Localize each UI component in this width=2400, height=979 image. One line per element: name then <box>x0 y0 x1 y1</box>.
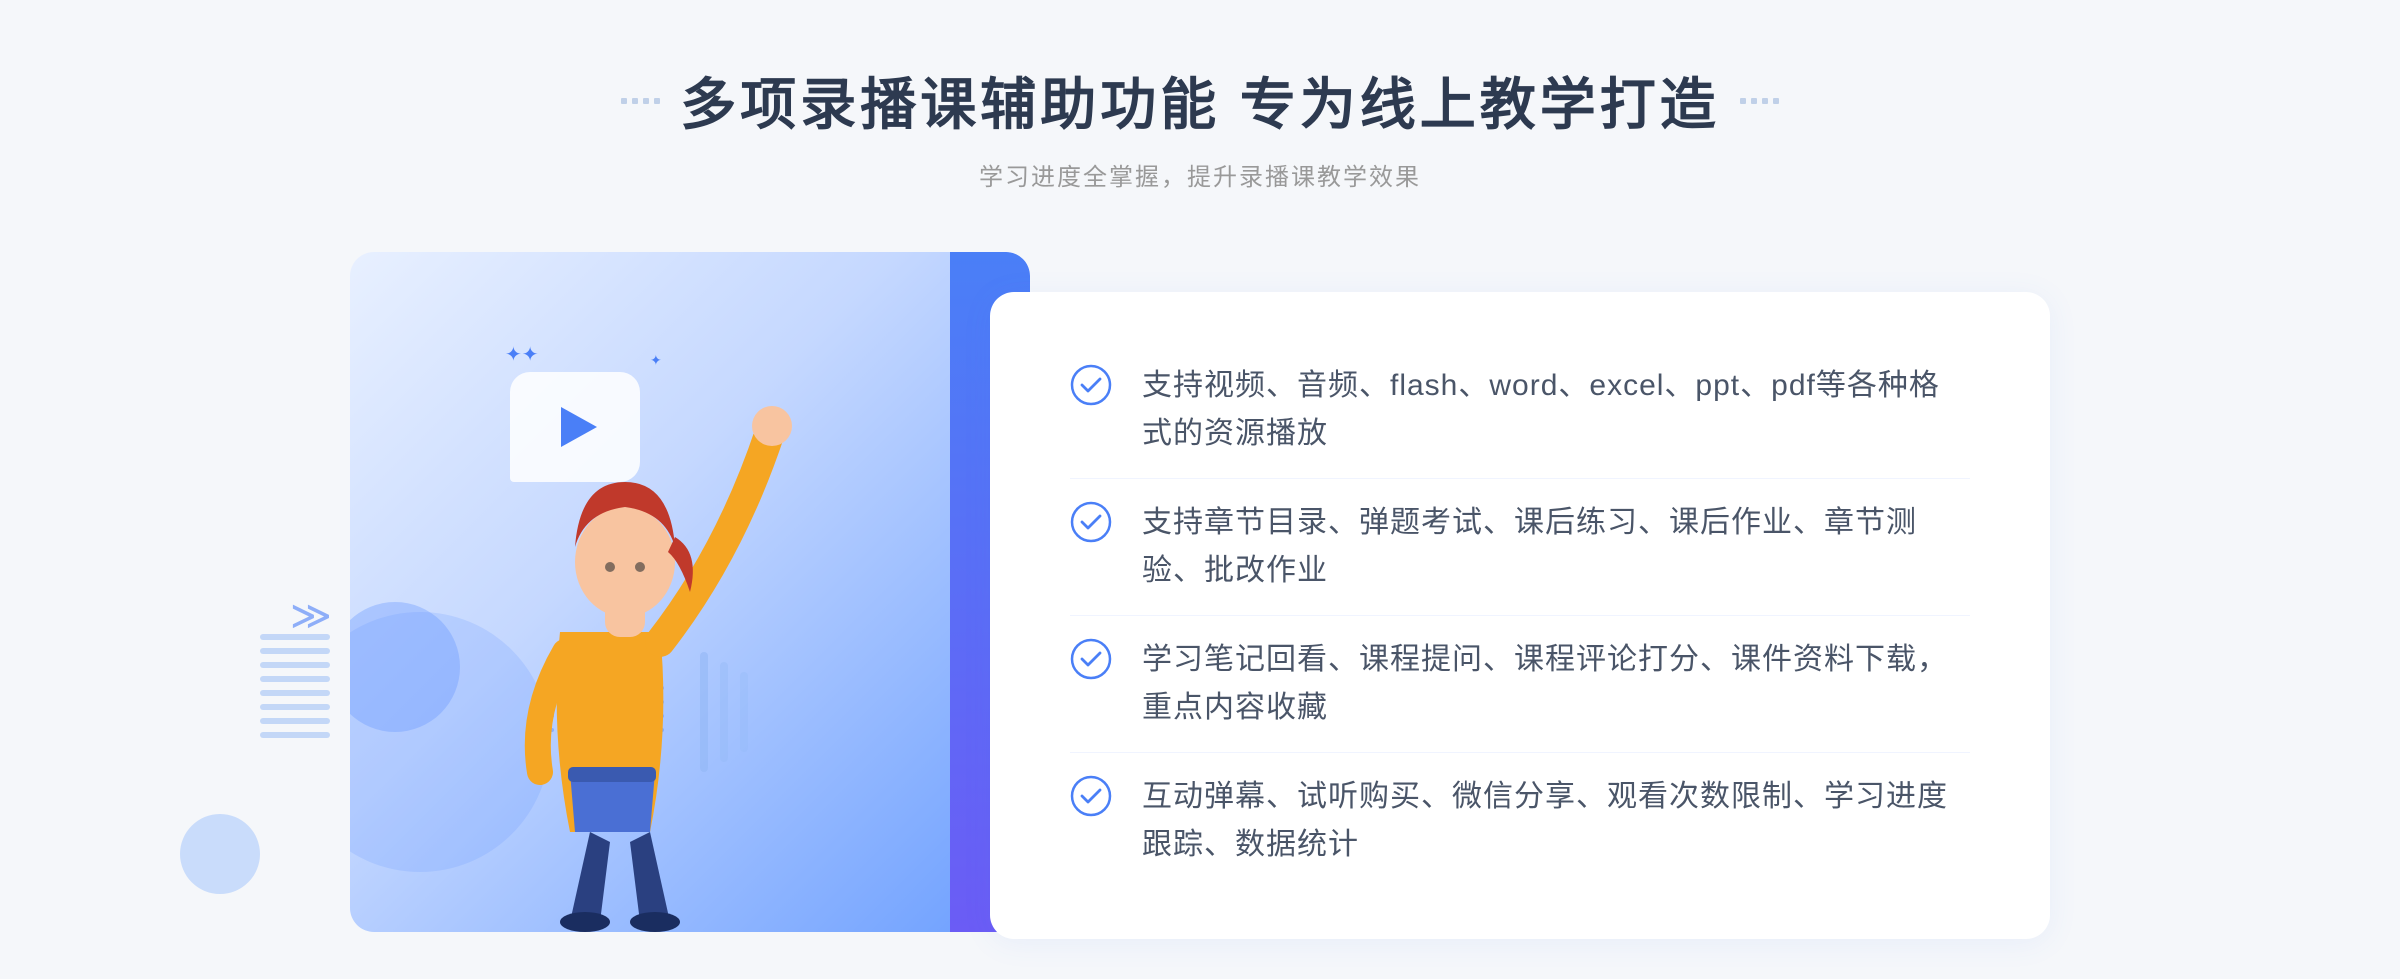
deco-dot <box>632 98 638 104</box>
feature-item-4: 互动弹幕、试听购买、微信分享、观看次数限制、学习进度跟踪、数据统计 <box>1070 753 1970 889</box>
deco-dot <box>1740 98 1746 104</box>
page-title: 多项录播课辅助功能 专为线上教学打造 <box>680 60 1720 141</box>
feature-text-4: 互动弹幕、试听购买、微信分享、观看次数限制、学习进度跟踪、数据统计 <box>1142 773 1970 869</box>
feature-item-2: 支持章节目录、弹题考试、课后练习、课后作业、章节测验、批改作业 <box>1070 479 1970 615</box>
deco-dot <box>1762 98 1768 104</box>
page-subtitle: 学习进度全掌握，提升录播课教学效果 <box>979 157 1421 192</box>
stripe-line <box>260 634 330 640</box>
stripe-deco <box>260 634 330 774</box>
stripe-line <box>260 690 330 696</box>
feature-item-1: 支持视频、音频、flash、word、excel、ppt、pdf等各种格式的资源… <box>1070 342 1970 478</box>
deco-dot <box>621 98 627 104</box>
feature-text-3: 学习笔记回看、课程提问、课程评论打分、课件资料下载，重点内容收藏 <box>1142 636 1970 732</box>
stripe-line <box>260 662 330 668</box>
right-decoration <box>1740 98 1779 104</box>
deco-dot <box>643 98 649 104</box>
check-circle-icon-3 <box>1070 638 1112 680</box>
stripe-line <box>260 732 330 738</box>
features-panel: 支持视频、音频、flash、word、excel、ppt、pdf等各种格式的资源… <box>990 292 2050 939</box>
deco-dot <box>1751 98 1757 104</box>
content-area: ≫ <box>350 252 2050 979</box>
check-circle-icon-1 <box>1070 364 1112 406</box>
feature-item-3: 学习笔记回看、课程提问、课程评论打分、课件资料下载，重点内容收藏 <box>1070 616 1970 752</box>
page-wrapper: 多项录播课辅助功能 专为线上教学打造 学习进度全掌握，提升录播课教学效果 ≫ <box>0 0 2400 974</box>
page-header: 多项录播课辅助功能 专为线上教学打造 学习进度全掌握，提升录播课教学效果 <box>621 60 1779 192</box>
check-circle-icon-4 <box>1070 775 1112 817</box>
stripe-line <box>260 648 330 654</box>
stripe-line <box>260 676 330 682</box>
deco-dot <box>654 98 660 104</box>
title-row: 多项录播课辅助功能 专为线上教学打造 <box>621 60 1779 141</box>
left-decoration <box>621 98 660 104</box>
feature-text-1: 支持视频、音频、flash、word、excel、ppt、pdf等各种格式的资源… <box>1142 362 1970 458</box>
deco-dot <box>1773 98 1779 104</box>
illustration-card: ✦✦ ✦ <box>350 252 1030 932</box>
page-deco-circle <box>180 814 260 894</box>
feature-text-2: 支持章节目录、弹题考试、课后练习、课后作业、章节测验、批改作业 <box>1142 499 1970 595</box>
stripe-line <box>260 718 330 724</box>
stripe-line <box>260 704 330 710</box>
chevron-left-icon: ≫ <box>290 593 332 639</box>
check-circle-icon-2 <box>1070 501 1112 543</box>
person-illustration <box>410 352 860 932</box>
